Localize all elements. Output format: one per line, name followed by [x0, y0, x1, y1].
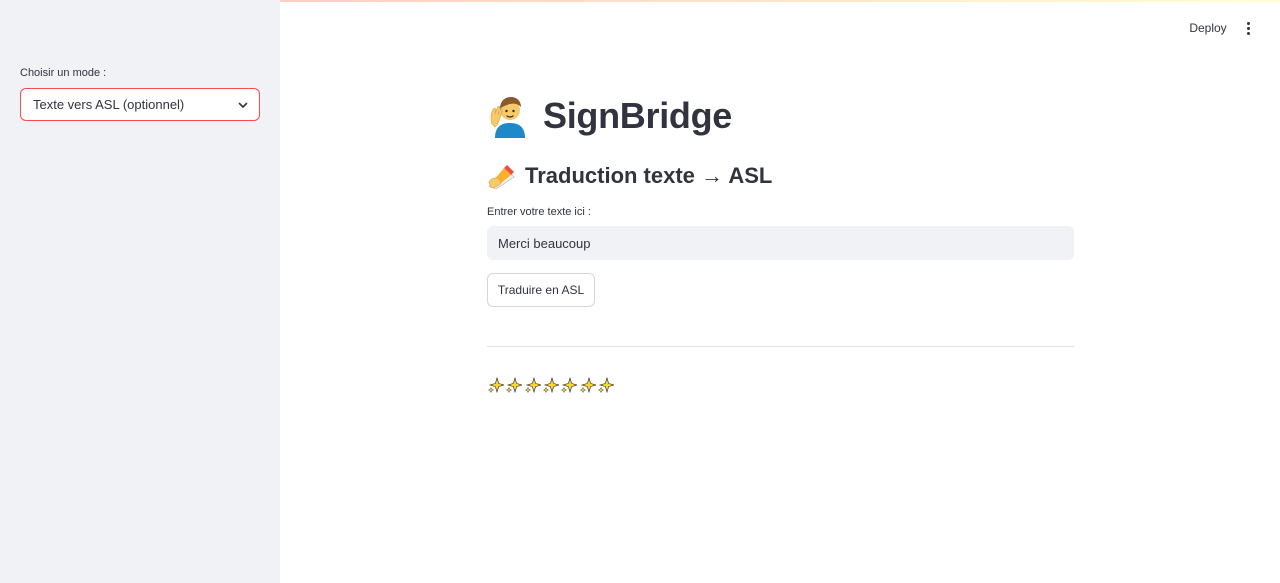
text-input[interactable]: [487, 226, 1074, 260]
mode-select-label: Choisir un mode :: [20, 67, 107, 79]
app-root: Choisir un mode : Texte vers ASL (option…: [0, 0, 1280, 583]
mode-select[interactable]: Texte vers ASL (optionnel): [20, 88, 260, 121]
sparkle-icon: [597, 376, 615, 394]
section-heading-text: Traduction texte → ASL: [525, 163, 773, 188]
sparkle-icon: [487, 376, 505, 394]
title-text: SignBridge: [543, 95, 733, 136]
person-signing-icon: [487, 94, 533, 138]
section-heading: Traduction texte → ASL: [487, 161, 772, 191]
writing-hand-icon: [487, 162, 517, 190]
divider: [487, 346, 1074, 347]
mode-select-value: Texte vers ASL (optionnel): [33, 97, 185, 112]
sparkle-icon: [524, 376, 542, 394]
text-input-label: Entrer votre texte ici :: [487, 206, 591, 218]
deploy-button[interactable]: Deploy: [1184, 18, 1232, 38]
translate-button[interactable]: Traduire en ASL: [487, 273, 595, 307]
sparkle-icon: [505, 376, 523, 394]
sparkle-output: [487, 376, 615, 394]
sidebar: Choisir un mode : Texte vers ASL (option…: [0, 0, 280, 583]
chevron-down-icon: [237, 99, 249, 111]
sparkle-icon: [560, 376, 578, 394]
page-title: SignBridge: [487, 93, 732, 139]
more-vertical-icon[interactable]: [1238, 18, 1258, 38]
sparkle-icon: [578, 376, 596, 394]
sparkle-icon: [542, 376, 560, 394]
